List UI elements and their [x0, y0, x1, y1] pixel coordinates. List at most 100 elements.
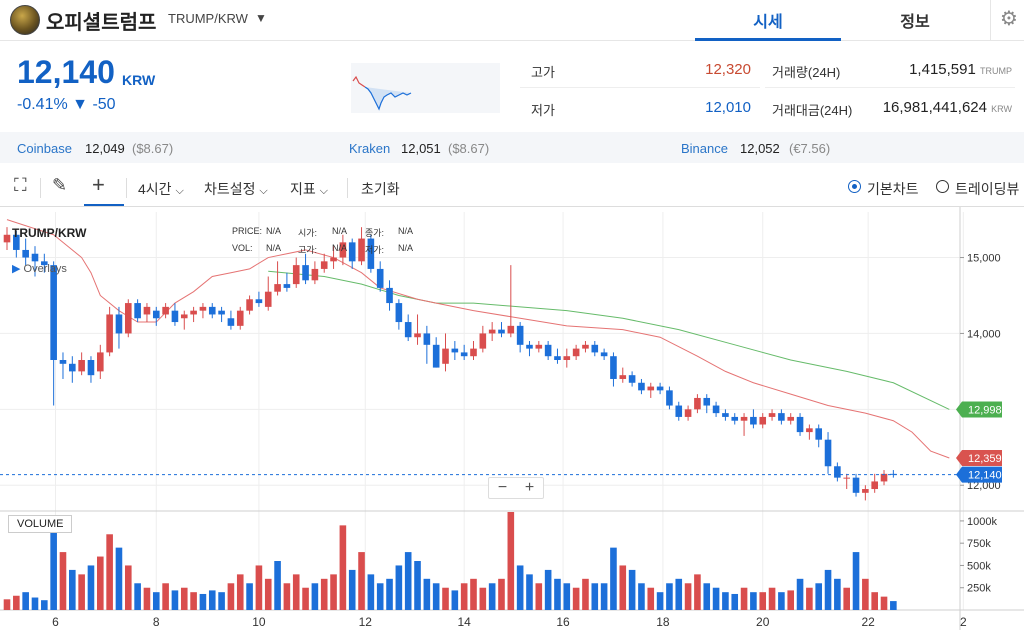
chart-settings-menu[interactable]: 차트설정 ⌵: [204, 179, 268, 199]
candle-body: [115, 314, 123, 334]
pencil-icon[interactable]: ✎: [52, 175, 67, 196]
volume-bar: [451, 590, 459, 610]
candle-body: [619, 375, 627, 379]
volume-bar: [320, 578, 328, 610]
chart-settings-label: 차트설정: [204, 181, 256, 197]
candle-body: [3, 234, 11, 243]
tab-market[interactable]: 시세: [695, 8, 841, 41]
ohlc-low-value: N/A: [398, 243, 414, 253]
volume-tick-label: 750k: [967, 538, 991, 550]
candle-body: [432, 344, 440, 368]
volume-bar: [87, 565, 95, 610]
volume-bar: [274, 561, 281, 610]
volume-bar: [712, 587, 720, 610]
candle-body: [264, 291, 272, 307]
price-unit: KRW: [122, 72, 156, 88]
candle-body: [311, 268, 319, 281]
low-value: 12,010: [705, 99, 751, 116]
volume-bar: [722, 592, 729, 610]
zoom-out-button[interactable]: −: [489, 478, 516, 498]
basic-chart-radio[interactable]: [848, 180, 861, 193]
sparkline-down: [364, 86, 412, 111]
triangle-right-icon: ▶: [12, 263, 21, 275]
candle-body: [292, 265, 300, 285]
basic-chart-label[interactable]: 기본차트: [867, 179, 919, 199]
chevron-down-icon[interactable]: ▼: [255, 11, 267, 25]
candle-body: [414, 333, 421, 338]
candle-body: [712, 405, 720, 414]
ohlc-open-value: N/A: [332, 226, 348, 236]
volume-bar: [703, 583, 711, 610]
volume-tick-label: 1000k: [967, 516, 997, 528]
exchange-usd: ($8.67): [132, 141, 174, 156]
coin-logo-icon: [10, 5, 40, 35]
candle-body: [666, 390, 673, 406]
candle-body: [703, 397, 711, 406]
gear-icon[interactable]: ⚙: [1000, 6, 1018, 31]
ohlc-close-value: N/A: [398, 226, 414, 236]
volume-bar: [395, 565, 403, 610]
exchange-name[interactable]: Coinbase: [17, 141, 72, 156]
indicators-menu[interactable]: 지표 ⌵: [290, 179, 328, 199]
current-price-marker: 12,140: [968, 470, 1002, 482]
exchange-price: 12,049: [85, 141, 125, 156]
x-tick-label: 20: [756, 615, 770, 629]
volume-bar: [778, 592, 785, 610]
sparkline-chart: [351, 63, 500, 113]
candle-body: [97, 352, 104, 372]
change-percent: -0.41%: [17, 96, 68, 113]
overlays-toggle[interactable]: ▶ Overlays: [12, 262, 67, 275]
candle-body: [787, 416, 795, 421]
exchange-name[interactable]: Kraken: [349, 141, 390, 156]
divider: [765, 87, 1015, 88]
candle-body: [208, 306, 216, 315]
volume-bar: [796, 578, 804, 610]
volume-bar: [264, 578, 272, 610]
candle-body: [554, 356, 561, 360]
candle-body: [731, 416, 739, 421]
candle-body: [572, 348, 580, 357]
zoom-in-button[interactable]: +: [516, 478, 543, 498]
candle-body: [330, 257, 337, 262]
candle-body: [563, 356, 571, 360]
candle-body: [600, 352, 608, 357]
candle-body: [69, 363, 76, 372]
ohlc-vol-label: VOL:: [232, 243, 253, 253]
candle-body: [544, 344, 552, 357]
volume-bar: [479, 587, 487, 610]
exchange-name[interactable]: Binance: [681, 141, 728, 156]
candlestick-chart[interactable]: 15,00014,00012,0001000k750k500k250k6 8 10 1…: [0, 207, 1024, 637]
volume-bar: [414, 561, 421, 610]
volume-bar: [358, 552, 365, 610]
trading-view-radio[interactable]: [936, 180, 949, 193]
candle-body: [404, 322, 412, 338]
volume-bar: [97, 556, 104, 610]
tab-info[interactable]: 정보: [842, 8, 988, 32]
candle-body: [227, 318, 235, 326]
volume-bar: [638, 583, 645, 610]
candle-body: [843, 477, 850, 479]
volume-bar: [348, 569, 356, 610]
reset-button[interactable]: 초기화: [361, 179, 400, 199]
volume-bar: [31, 597, 39, 610]
pair-selector[interactable]: TRUMP/KRW: [168, 11, 248, 26]
candle-body: [376, 268, 384, 288]
volume-bar: [199, 593, 207, 610]
volume-bar: [563, 583, 571, 610]
chevron-down-icon: ⌵: [175, 185, 184, 197]
y-tick-label: 14,000: [967, 328, 1001, 340]
interval-select[interactable]: 4시간 ⌵: [138, 179, 184, 199]
ma-long-marker: 12,998: [968, 404, 1002, 416]
crosshair-icon[interactable]: +: [92, 172, 105, 198]
ohlc-low-label: 저가:: [365, 245, 385, 255]
fullscreen-icon[interactable]: ⛶: [14, 175, 27, 196]
volume-24h-number: 1,415,591: [909, 61, 976, 78]
candle-body: [143, 306, 151, 315]
trading-view-label[interactable]: 트레이딩뷰: [955, 179, 1019, 199]
volume-bar: [190, 592, 197, 610]
candle-body: [824, 439, 832, 467]
x-tick-label: 6: [52, 615, 59, 629]
x-tick-label: 8: [153, 615, 160, 629]
candle-body: [638, 382, 645, 391]
volume-bar: [339, 525, 347, 610]
